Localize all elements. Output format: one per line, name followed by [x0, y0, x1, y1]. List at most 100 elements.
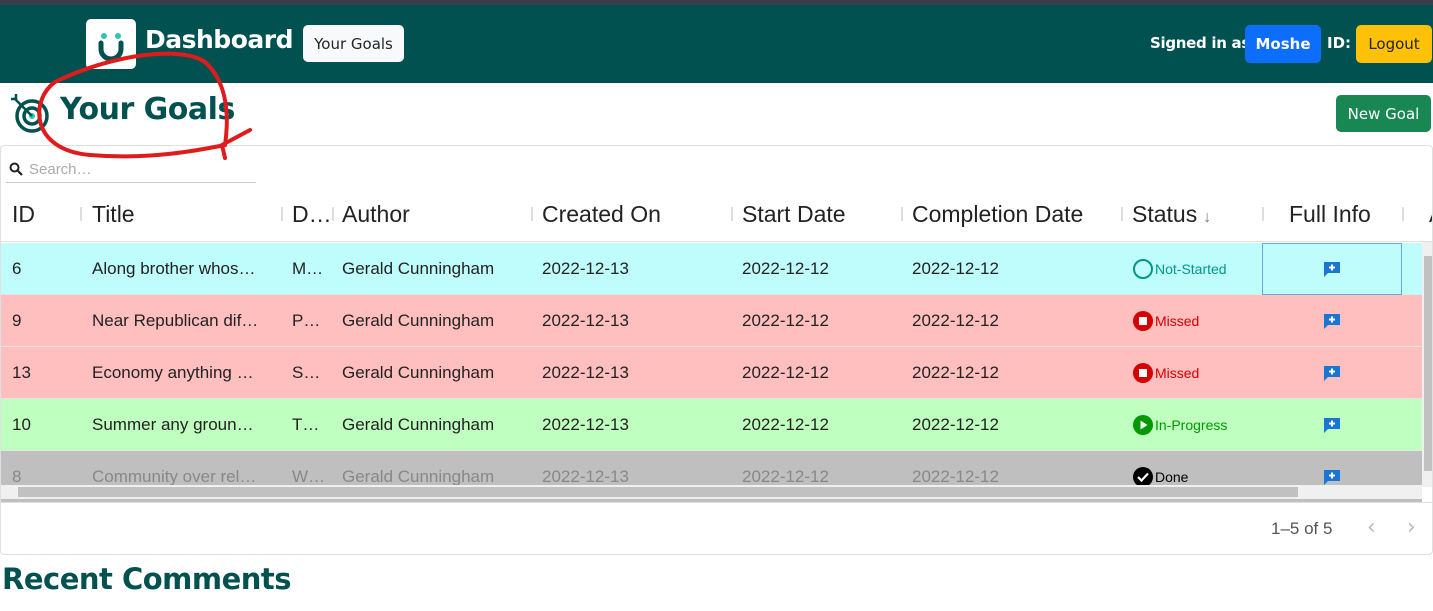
- stop-circle-icon: [1133, 363, 1153, 383]
- target-goal-icon: [11, 94, 49, 133]
- column-header-description[interactable]: D…: [292, 186, 332, 242]
- cell-completion-date: 2022-12-12: [912, 363, 999, 382]
- cell-created-on: 2022-12-13: [542, 415, 629, 434]
- full-info-button[interactable]: [1262, 295, 1402, 347]
- vertical-scrollbar[interactable]: [1422, 242, 1432, 487]
- cell-id: 6: [12, 259, 22, 278]
- cell-start-date: 2022-12-12: [742, 363, 829, 382]
- cell-completion-date: 2022-12-12: [912, 311, 999, 330]
- goals-data-grid: ID Title D… Author Created On Start Date…: [0, 145, 1433, 555]
- cell-author: Gerald Cunningham: [342, 415, 495, 434]
- next-page-button[interactable]: ›: [1407, 515, 1416, 540]
- column-separator[interactable]: [901, 207, 903, 221]
- cell-title: Along brother whos…: [92, 259, 256, 278]
- add-comment-icon: [1324, 262, 1340, 277]
- signed-in-label: Signed in as: [1150, 34, 1250, 52]
- smile-logo-icon: [98, 33, 124, 62]
- stop-circle-icon: [1133, 311, 1153, 331]
- column-header-full-info[interactable]: Full Info: [1289, 186, 1399, 242]
- cell-id: 13: [12, 363, 31, 382]
- vertical-scroll-thumb[interactable]: [1424, 256, 1432, 471]
- cell-completion-date: 2022-12-12: [912, 415, 999, 434]
- column-separator[interactable]: [332, 207, 334, 221]
- grid-footer: 1–5 of 5 ‹ ›: [1, 502, 1432, 554]
- column-separator[interactable]: [80, 207, 82, 221]
- cell-start-date: 2022-12-12: [742, 415, 829, 434]
- grid-header: ID Title D… Author Created On Start Date…: [1, 186, 1432, 242]
- cell-completion-date: 2022-12-12: [912, 259, 999, 278]
- status-label: Done: [1155, 469, 1189, 485]
- search-icon: [9, 162, 23, 176]
- app-logo[interactable]: [86, 19, 136, 69]
- table-row[interactable]: 6 Along brother whos… M… Gerald Cunningham 2…: [1, 243, 1422, 295]
- cell-created-on: 2022-12-13: [542, 259, 629, 278]
- status-badge: Missed: [1132, 295, 1199, 347]
- status-label: Missed: [1155, 313, 1200, 329]
- cell-author: Gerald Cunningham: [342, 311, 495, 330]
- new-goal-button[interactable]: New Goal: [1336, 95, 1431, 132]
- column-header-created-on[interactable]: Created On: [542, 186, 722, 242]
- status-badge: In-Progress: [1132, 399, 1227, 451]
- table-row[interactable]: 9 Near Republican dif… P… Gerald Cunningham…: [1, 295, 1422, 347]
- cell-title: Economy anything …: [92, 363, 254, 382]
- table-row[interactable]: 13 Economy anything … S… Gerald Cunningham 2…: [1, 347, 1422, 399]
- cell-author: Gerald Cunningham: [342, 363, 495, 382]
- status-header-label: Status: [1132, 201, 1198, 227]
- column-header-actions[interactable]: A: [1429, 186, 1432, 242]
- username-button[interactable]: Moshe: [1245, 25, 1321, 63]
- cell-start-date: 2022-12-12: [742, 259, 829, 278]
- status-badge: Not-Started: [1132, 243, 1227, 295]
- cell-start-date: 2022-12-12: [742, 311, 829, 330]
- column-header-title[interactable]: Title: [92, 186, 272, 242]
- previous-page-button[interactable]: ‹: [1367, 515, 1376, 540]
- table-row[interactable]: 10 Summer any groun… T… Gerald Cunningham 20…: [1, 399, 1422, 451]
- cell-description: M…: [292, 259, 324, 278]
- add-comment-icon: [1324, 418, 1340, 433]
- page-title: Your Goals: [60, 92, 235, 127]
- search-input[interactable]: [29, 158, 249, 180]
- cell-description: T…: [292, 415, 320, 434]
- column-header-status[interactable]: Status ↓: [1132, 186, 1252, 242]
- cell-created-on: 2022-12-13: [542, 363, 629, 382]
- id-label: ID:: [1327, 34, 1352, 52]
- cell-title: Near Republican dif…: [92, 311, 259, 330]
- pagination-info: 1–5 of 5: [1271, 519, 1333, 538]
- recent-comments-heading: Recent Comments: [2, 562, 292, 596]
- full-info-button[interactable]: [1262, 347, 1402, 399]
- cell-description: S…: [292, 363, 321, 382]
- brand-title[interactable]: Dashboard: [145, 25, 293, 54]
- cell-created-on: 2022-12-13: [542, 311, 629, 330]
- column-separator[interactable]: [1402, 207, 1404, 221]
- horizontal-scrollbar[interactable]: [1, 485, 1422, 499]
- horizontal-scroll-thumb[interactable]: [18, 487, 1298, 497]
- your-goals-nav-button[interactable]: Your Goals: [303, 25, 404, 62]
- full-info-button[interactable]: [1262, 243, 1402, 295]
- cell-description: P…: [292, 311, 321, 330]
- circle-outline-icon: [1133, 259, 1153, 279]
- add-comment-icon: [1324, 470, 1340, 485]
- add-comment-icon: [1324, 366, 1340, 381]
- full-info-button[interactable]: [1262, 399, 1402, 451]
- cell-id: 10: [12, 415, 31, 434]
- column-separator[interactable]: [281, 207, 283, 221]
- status-badge: Missed: [1132, 347, 1199, 399]
- search-field[interactable]: [6, 154, 256, 183]
- logout-button[interactable]: Logout: [1356, 25, 1432, 63]
- column-header-completion-date[interactable]: Completion Date: [912, 186, 1112, 242]
- status-label: Not-Started: [1155, 261, 1227, 277]
- column-header-start-date[interactable]: Start Date: [742, 186, 892, 242]
- status-label: In-Progress: [1155, 417, 1228, 433]
- navbar: Dashboard Your Goals Signed in as Moshe …: [0, 5, 1433, 83]
- column-separator[interactable]: [531, 207, 533, 221]
- cell-author: Gerald Cunningham: [342, 259, 495, 278]
- column-header-author[interactable]: Author: [342, 186, 522, 242]
- status-label: Missed: [1155, 365, 1200, 381]
- column-separator[interactable]: [1121, 207, 1123, 221]
- sort-descending-icon[interactable]: ↓: [1203, 209, 1211, 226]
- play-circle-icon: [1133, 415, 1153, 435]
- column-separator[interactable]: [731, 207, 733, 221]
- add-comment-icon: [1324, 314, 1340, 329]
- cell-id: 9: [12, 311, 22, 330]
- column-separator[interactable]: [1262, 207, 1264, 221]
- column-header-id[interactable]: ID: [12, 186, 72, 242]
